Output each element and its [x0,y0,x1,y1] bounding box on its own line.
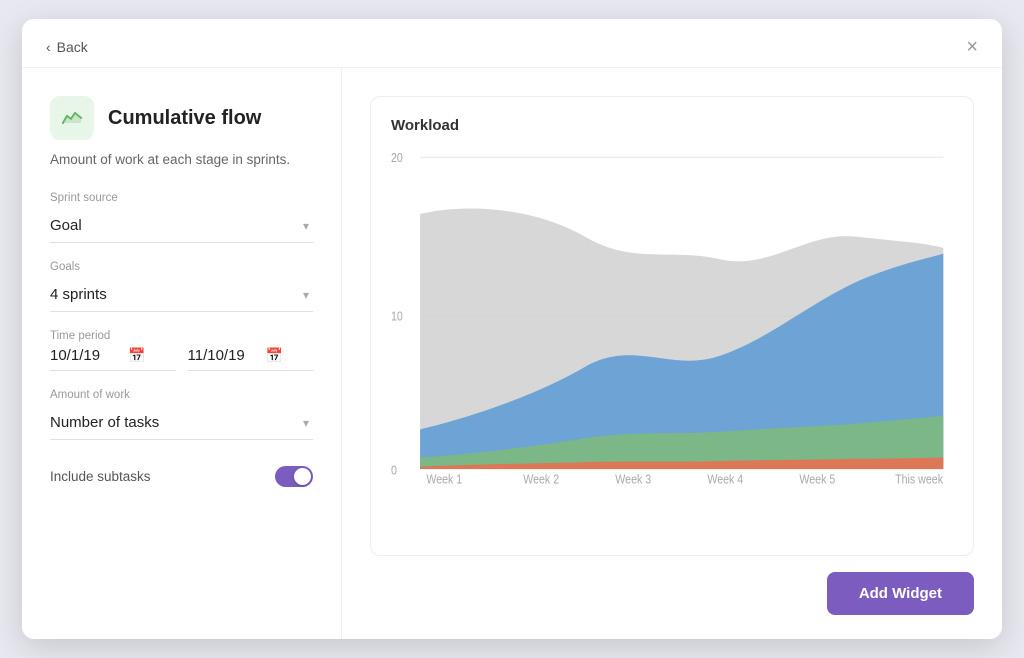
toggle-knob [294,468,311,485]
widget-description: Amount of work at each stage in sprints. [50,150,313,170]
goals-wrapper: 4 sprints ▾ [50,278,313,312]
sprint-source-wrapper: Goal ▾ [50,209,313,243]
time-period-label: Time period [50,330,313,342]
amount-work-group: Amount of work Number of tasks ▾ [50,389,313,440]
time-period-group: Time period 📅 📅 [50,330,313,371]
svg-text:This week: This week [895,474,943,486]
svg-text:0: 0 [391,465,397,478]
amount-wrapper: Number of tasks ▾ [50,406,313,440]
chart-container: Workload 20 10 0 [370,96,974,556]
main-content: Workload 20 10 0 [342,68,1002,639]
date-from-input[interactable] [50,347,120,364]
svg-text:Week 2: Week 2 [523,474,559,486]
subtasks-label: Include subtasks [50,469,151,484]
svg-text:Week 1: Week 1 [426,474,462,486]
goals-label: Goals [50,261,313,273]
calendar-from-icon[interactable]: 📅 [128,347,145,364]
goals-select[interactable]: 4 sprints [50,278,313,312]
widget-header: Cumulative flow [50,96,313,140]
sprint-source-group: Sprint source Goal ▾ [50,192,313,243]
close-button[interactable]: × [966,37,978,57]
sidebar: Cumulative flow Amount of work at each s… [22,68,342,639]
modal-header: ‹ Back × [22,19,1002,68]
goals-group: Goals 4 sprints ▾ [50,261,313,312]
calendar-to-icon[interactable]: 📅 [266,347,283,364]
amount-label: Amount of work [50,389,313,401]
svg-text:Week 3: Week 3 [615,474,651,486]
date-to-wrap: 📅 [188,347,314,371]
date-to-input[interactable] [188,347,258,364]
chart-area: 20 10 0 [391,146,953,486]
widget-icon [50,96,94,140]
sprint-source-select[interactable]: Goal [50,209,313,243]
subtasks-toggle[interactable] [275,466,313,487]
svg-text:Week 4: Week 4 [707,474,743,486]
amount-select[interactable]: Number of tasks [50,406,313,440]
add-widget-row: Add Widget [370,572,974,615]
back-chevron-icon: ‹ [46,39,51,55]
modal-body: Cumulative flow Amount of work at each s… [22,68,1002,639]
chart-title: Workload [391,117,953,134]
back-label: Back [57,39,88,55]
add-widget-button[interactable]: Add Widget [827,572,974,615]
date-from-wrap: 📅 [50,347,176,371]
svg-text:20: 20 [391,152,403,165]
back-button[interactable]: ‹ Back [46,39,88,55]
svg-text:Week 5: Week 5 [799,474,835,486]
sprint-source-label: Sprint source [50,192,313,204]
date-row: 📅 📅 [50,347,313,371]
close-icon: × [966,36,978,58]
subtasks-toggle-row: Include subtasks [50,466,313,487]
svg-text:10: 10 [391,311,403,324]
widget-title: Cumulative flow [108,107,261,130]
modal-container: ‹ Back × Cumulative flow Amount of work … [22,19,1002,639]
